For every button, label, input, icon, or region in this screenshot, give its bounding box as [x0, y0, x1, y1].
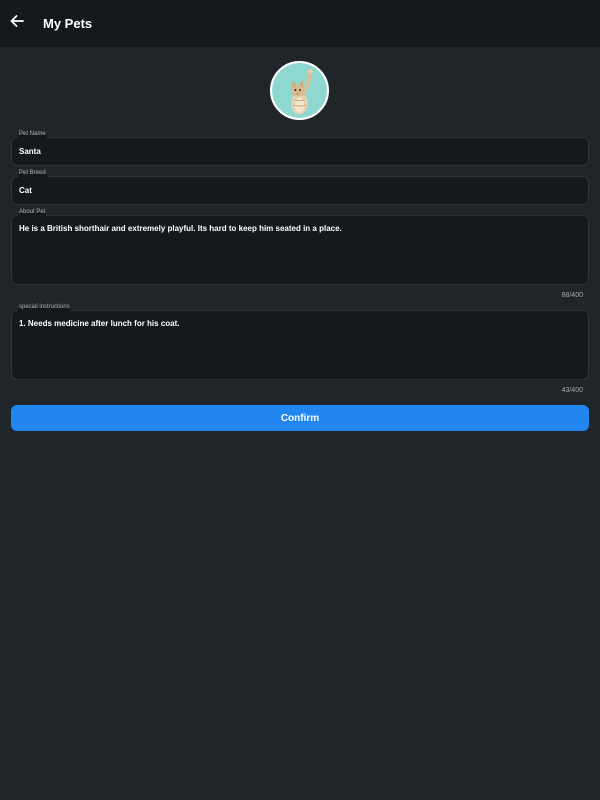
- special-instructions-counter: 43/400: [561, 387, 583, 394]
- special-instructions-value: 1. Needs medicine after lunch for his co…: [19, 319, 180, 328]
- about-pet-field[interactable]: About Pet He is a British shorthair and …: [11, 208, 589, 285]
- cat-photo-icon: [272, 63, 327, 118]
- page-title: My Pets: [43, 16, 93, 31]
- pet-avatar[interactable]: [270, 61, 329, 120]
- special-instructions-label: special instructions: [18, 303, 71, 312]
- pet-breed-field[interactable]: Pet Breed Cat: [11, 169, 589, 205]
- special-instructions-field[interactable]: special instructions 1. Needs medicine a…: [11, 303, 589, 380]
- pet-name-field[interactable]: Pet Name Santa: [11, 130, 589, 166]
- about-pet-value: He is a British shorthair and extremely …: [19, 224, 342, 233]
- pet-name-label: Pet Name: [18, 130, 47, 139]
- about-pet-counter: 88/400: [561, 292, 583, 299]
- about-pet-label: About Pet: [18, 208, 47, 217]
- arrow-left-icon: [9, 13, 25, 34]
- pet-breed-value: Cat: [19, 186, 32, 195]
- confirm-button[interactable]: Confirm: [11, 405, 589, 431]
- app-bar: My Pets: [0, 0, 600, 47]
- back-button[interactable]: [1, 8, 33, 40]
- pet-breed-label: Pet Breed: [18, 169, 47, 178]
- pet-name-value: Santa: [19, 147, 41, 156]
